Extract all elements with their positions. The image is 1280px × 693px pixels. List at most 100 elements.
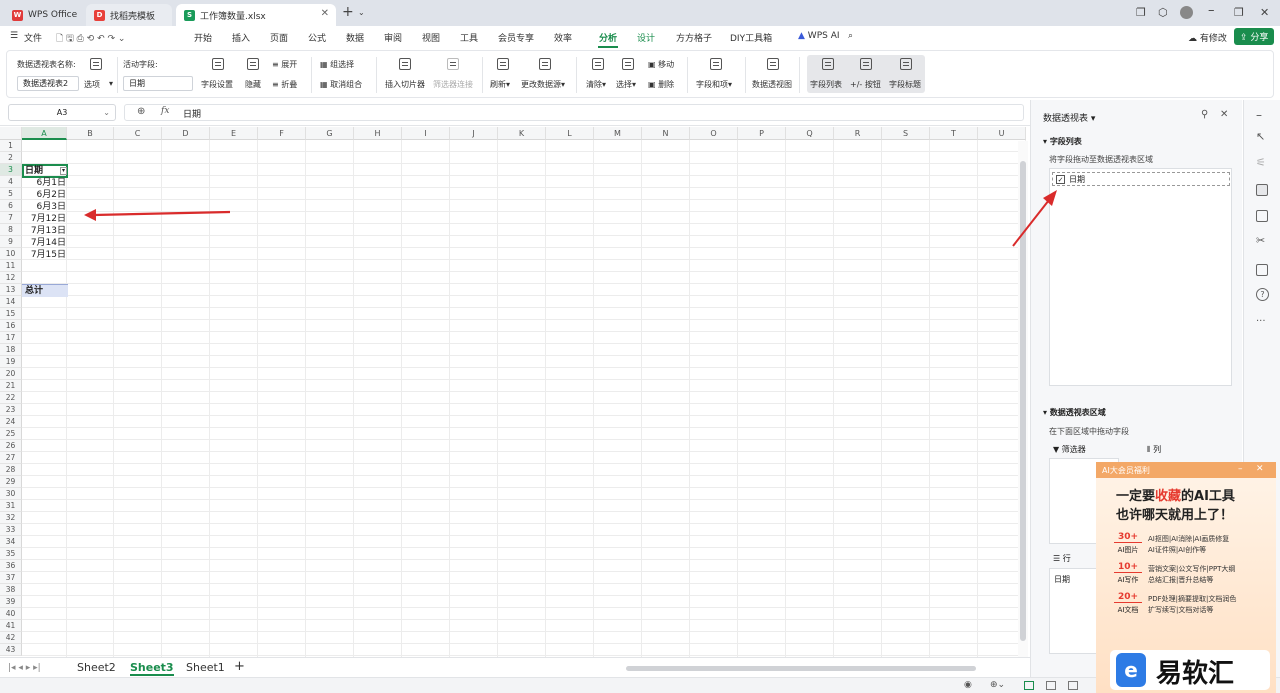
chevron-down-icon[interactable]: ⌄ [358, 8, 365, 17]
row-header[interactable]: 26 [0, 440, 22, 452]
column-header[interactable]: I [402, 127, 450, 140]
pivot-panel-icon[interactable] [1256, 184, 1268, 196]
pivot-name-input[interactable]: 数据透视表2 [17, 76, 79, 91]
menu-page[interactable]: 页面 [270, 31, 288, 44]
minimize-panel-icon[interactable]: – [1256, 108, 1262, 122]
more-icon[interactable]: ··· [1256, 316, 1266, 327]
row-header[interactable]: 34 [0, 536, 22, 548]
pivot-date-cell[interactable]: 7月15日 [31, 249, 66, 261]
row-header[interactable]: 10 [0, 248, 22, 260]
tab-workbook[interactable]: S 工作簿数量.xlsx ✕ [176, 4, 336, 26]
menu-home[interactable]: 开始 [194, 31, 212, 44]
search-icon[interactable]: ⌕ [848, 31, 853, 41]
column-header[interactable]: D [162, 127, 210, 140]
menu-insert[interactable]: 插入 [232, 31, 250, 44]
change-source-button[interactable]: 更改数据源▾ [521, 79, 565, 90]
sheet-nav-icons[interactable]: |◂ ◂ ▸ ▸| [8, 663, 41, 673]
filter-connection-button[interactable]: 筛选器连接 [433, 79, 473, 90]
pivot-date-cell[interactable]: 7月12日 [31, 213, 66, 225]
fields-items-button[interactable]: 字段和项▾ [696, 79, 732, 90]
column-header[interactable]: E [210, 127, 258, 140]
new-tab-icon[interactable]: + [342, 4, 354, 20]
help-icon[interactable]: ? [1256, 288, 1269, 301]
filter-dropdown-icon[interactable]: ▾ [60, 167, 67, 175]
pivot-areas-section[interactable]: ▾ 数据透视表区域 [1043, 407, 1106, 418]
row-header[interactable]: 9 [0, 236, 22, 248]
row-header[interactable]: 6 [0, 200, 22, 212]
row-header[interactable]: 24 [0, 416, 22, 428]
column-header[interactable]: R [834, 127, 882, 140]
row-header[interactable]: 40 [0, 608, 22, 620]
field-list-section[interactable]: ▾ 字段列表 [1043, 136, 1082, 147]
row-header[interactable]: 16 [0, 320, 22, 332]
pivot-date-cell[interactable]: 6月1日 [37, 177, 66, 189]
close-icon[interactable]: ✕ [1220, 109, 1228, 120]
avatar[interactable] [1180, 6, 1193, 19]
column-header[interactable]: Q [786, 127, 834, 140]
normal-view-icon[interactable] [1024, 681, 1034, 690]
row-header[interactable]: 35 [0, 548, 22, 560]
row-header[interactable]: 27 [0, 452, 22, 464]
row-header[interactable]: 5 [0, 188, 22, 200]
row-header[interactable]: 8 [0, 224, 22, 236]
column-header[interactable]: T [930, 127, 978, 140]
minimize-icon[interactable]: – [1208, 3, 1215, 18]
row-header[interactable]: 31 [0, 500, 22, 512]
hide-button[interactable]: 隐藏 [245, 79, 261, 90]
row-header[interactable]: 23 [0, 404, 22, 416]
row-header[interactable]: 15 [0, 308, 22, 320]
column-header[interactable]: U [978, 127, 1026, 140]
menu-tools[interactable]: 工具 [460, 31, 478, 44]
sheet-tab-sheet3[interactable]: Sheet3 [130, 661, 174, 676]
group-selection-button[interactable]: ▦ 组选择 [320, 59, 354, 70]
tab-wps-office[interactable]: W WPS Office [4, 4, 80, 26]
tools-icon[interactable]: ✂ [1256, 234, 1265, 247]
row-header[interactable]: 30 [0, 488, 22, 500]
menu-view[interactable]: 视图 [422, 31, 440, 44]
row-header[interactable]: 36 [0, 560, 22, 572]
ai-promo-popup[interactable]: AI大会员福利 – ✕ 一定要收藏的AI工具 也许哪天就用上了！ 30+ AI图片… [1096, 462, 1276, 693]
column-header[interactable]: F [258, 127, 306, 140]
row-header[interactable]: 12 [0, 272, 22, 284]
column-header[interactable]: K [498, 127, 546, 140]
menu-member[interactable]: 会员专享 [498, 31, 534, 44]
menu-fangfang[interactable]: 方方格子 [676, 31, 712, 44]
row-header[interactable]: 7 [0, 212, 22, 224]
column-header[interactable]: G [306, 127, 354, 140]
chevron-down-icon[interactable]: ▾ [109, 79, 113, 88]
clear-button[interactable]: 清除▾ [586, 79, 606, 90]
collapse-button[interactable]: ≡ 折叠 [272, 79, 297, 90]
row-header[interactable]: 22 [0, 392, 22, 404]
pivot-date-cell[interactable]: 6月3日 [37, 201, 66, 213]
options-button[interactable]: 选项 [84, 79, 100, 90]
pivot-chart-button[interactable]: 数据透视图 [752, 79, 792, 90]
restore-icon[interactable]: ❐ [1234, 6, 1244, 19]
row-header[interactable]: 11 [0, 260, 22, 272]
image-edit-icon[interactable] [1256, 210, 1268, 222]
formula-input[interactable]: ⊕ fx 日期 [124, 104, 1024, 121]
column-header[interactable]: L [546, 127, 594, 140]
ungroup-button[interactable]: ▦ 取消组合 [320, 79, 362, 90]
pivot-header-cell[interactable]: 日期 [25, 165, 43, 177]
pivot-date-cell[interactable]: 7月13日 [31, 225, 66, 237]
close-window-icon[interactable]: ✕ [1260, 6, 1269, 19]
fx-icon[interactable]: fx [161, 106, 169, 116]
wps-ai-button[interactable]: ▲ WPS AI [798, 31, 840, 41]
field-headers-toggle[interactable]: 字段标题 [889, 79, 921, 90]
row-header[interactable]: 2 [0, 152, 22, 164]
column-header[interactable]: N [642, 127, 690, 140]
column-header[interactable]: O [690, 127, 738, 140]
minimize-icon[interactable]: – [1238, 464, 1243, 474]
row-header[interactable]: 25 [0, 428, 22, 440]
sliders-icon[interactable]: ⚟ [1256, 156, 1266, 169]
select-button[interactable]: 选择▾ [616, 79, 636, 90]
row-header[interactable]: 29 [0, 476, 22, 488]
plusminus-buttons-toggle[interactable]: +/- 按钮 [850, 79, 881, 90]
close-icon[interactable]: ✕ [1256, 464, 1264, 474]
pivot-date-cell[interactable]: 7月14日 [31, 237, 66, 249]
field-item-date[interactable]: ✓ 日期 [1052, 172, 1230, 186]
window-mode-icon[interactable]: ❐ [1136, 6, 1146, 19]
active-field-input[interactable]: 日期 [123, 76, 193, 91]
row-header[interactable]: 19 [0, 356, 22, 368]
field-settings-button[interactable]: 字段设置 [201, 79, 233, 90]
